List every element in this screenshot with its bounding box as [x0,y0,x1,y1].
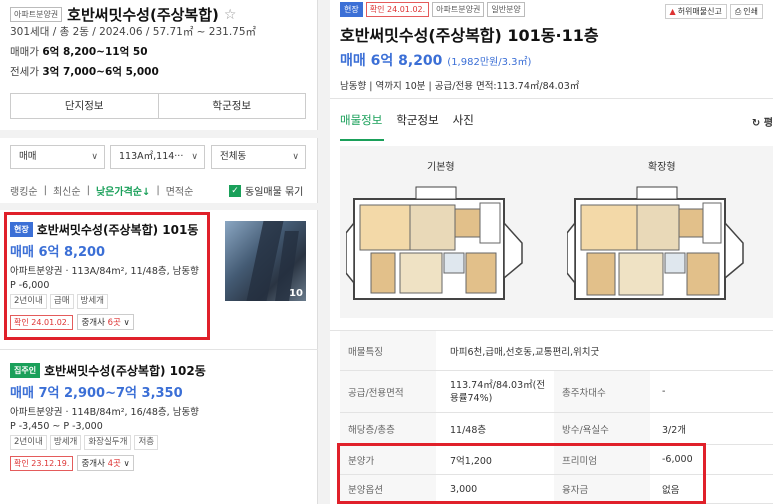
sort-options: 랭킹순 | 최신순 | 낮은가격순↓ | 면적순 [10,183,194,198]
highlight-box [4,212,210,340]
star-icon[interactable]: ☆ [224,7,237,23]
detail-panel: 현장 확인 24.01.02. 아파트분양권 일반분양 ▲ 허위매물신고 ⎙ 인쇄 … [330,0,773,504]
school-info-button[interactable]: 학군정보 [157,94,306,118]
row-value: 3/2개 [662,424,687,436]
divider [0,349,318,350]
jeonse-price-range: 전세가 3억 7,000~6억 5,000 [10,66,159,78]
listing-tag: 저층 [134,435,159,450]
siren-icon: ▲ [669,7,676,16]
sort-rank[interactable]: 랭킹순 [10,183,38,198]
row-value: 마피6천,급매,선호동,교통편리,위치굿 [450,346,600,358]
same-listing-checkbox[interactable]: ✓ 동일매물 묶기 [229,183,303,198]
trade-type-select[interactable]: 매매 ∨ [10,145,105,169]
divider [0,130,318,138]
listing-source-badge: 집주인 [10,363,41,378]
listing-premium: P -3,450 ~ P -3,000 [10,421,103,432]
tab-school-info[interactable]: 학군정보 [396,112,438,128]
complex-type-badge: 아파트분양권 [10,7,63,22]
agent-count-button[interactable]: 중개사 4곳 ∨ [77,455,134,471]
detail-actions: ▲ 허위매물신고 ⎙ 인쇄 [664,4,763,19]
area-select[interactable]: 113A㎡,114··· ∨ [110,145,205,169]
complex-name[interactable]: 호반써밋수성(주상복합) [67,4,219,25]
listing-tag: 방세개 [49,435,82,450]
confirmed-date-badge: 확인 23.12.19. [10,455,74,471]
table-row: 공급/전용면적 113.74㎡/84.03㎡(전 용률74%) 총주차대수 - [340,371,773,413]
check-icon: ✓ [229,184,241,197]
row-value: 11/48층 [450,424,487,436]
listing-tag: 화장실두개 [84,435,132,450]
divider [0,203,318,210]
row-label: 해당층/총층 [340,413,436,444]
price-per-area: (1,982만원/3.3㎡) [447,57,532,68]
photo-count: 10 [289,288,303,299]
table-row: 해당층/총층 11/48층 방수/욕실수 3/2개 [340,413,773,445]
active-tab-indicator [340,139,384,141]
print-button[interactable]: ⎙ 인쇄 [729,4,763,19]
plan-basic-label: 기본형 [427,162,455,173]
listing-title: 호반써밋수성(주상복합) 102동 [44,364,206,378]
sale-price-range: 매매가 6억 8,200~11억 50 [10,46,148,58]
complex-tab-bar: 단지정보 학군정보 [10,93,306,119]
highlight-box [337,443,706,504]
sale-type-badge: 일반분양 [487,2,525,17]
detail-meta: 남동향 | 역까지 10분 | 공급/전용 면적:113.74㎡/84.03㎡ [340,81,580,92]
report-button[interactable]: ▲ 허위매물신고 [664,4,727,19]
chevron-down-icon: ∨ [91,152,98,162]
listing-panel: 아파트분양권 호반써밋수성(주상복합) ☆ 301세대 / 총 2동 / 202… [0,0,318,504]
sort-area[interactable]: 면적순 [166,183,194,198]
listing-tag: 2년이내 [10,435,47,450]
tab-photos[interactable]: 사진 [453,112,474,128]
detail-tabs: 매물정보 학군정보 사진 [340,112,474,128]
complex-summary: 301세대 / 총 2동 / 2024.06 / 57.71㎡ ~ 231.75… [10,26,257,38]
detail-tags: 현장 확인 24.01.02. 아파트분양권 일반분양 [340,2,525,17]
dong-select[interactable]: 전체동 ∨ [211,145,306,169]
row-label: 총주차대수 [554,371,650,412]
complex-info-button[interactable]: 단지정보 [11,94,158,118]
detail-title: 호반써밋수성(주상복합) 101동·11층 [340,26,599,45]
listing-tags: 2년이내 방세개 화장실두개 저층 [10,435,310,450]
chevron-down-icon: ∨ [292,152,299,162]
listing-photo[interactable]: 10 [225,221,306,301]
printer-icon: ⎙ [734,6,742,16]
sort-low-price[interactable]: 낮은가격순↓ [96,183,150,198]
row-label: 매물특징 [340,331,436,370]
sort-latest[interactable]: 최신순 [53,183,81,198]
floor-plan-extended[interactable] [567,183,747,311]
detail-price: 매매 6억 8,200 (1,982만원/3.3㎡) [340,53,532,69]
listing-price: 매매 7억 2,900~7억 3,350 [10,386,183,401]
source-badge: 현장 [340,2,363,17]
listing-detail: 아파트분양권 · 114B/84m², 16/48층, 남동향 [10,407,199,418]
row-label: 방수/욕실수 [554,413,650,444]
floor-plan-basic[interactable] [346,183,526,311]
area-toggle-button[interactable]: ↻ 평 [752,114,773,129]
plan-extended-label: 확장형 [648,162,676,173]
row-value: - [662,386,666,397]
type-badge: 아파트분양권 [432,2,485,17]
table-row: 매물특징 마피6천,급매,선호동,교통편리,위치굿 [340,331,773,371]
row-value: 113.74㎡/84.03㎡(전 용률74%) [450,379,546,404]
list-item[interactable]: 집주인 호반써밋수성(주상복합) 102동 매매 7억 2,900~7억 3,35… [10,362,310,471]
divider [330,98,773,99]
complex-header: 아파트분양권 호반써밋수성(주상복합) ☆ [10,4,236,25]
tab-listing-info[interactable]: 매물정보 [340,112,382,128]
row-label: 공급/전용면적 [340,371,436,412]
chevron-down-icon: ∨ [191,152,198,162]
panel-gutter [318,0,330,504]
confirmed-badge: 확인 24.01.02. [365,2,430,17]
